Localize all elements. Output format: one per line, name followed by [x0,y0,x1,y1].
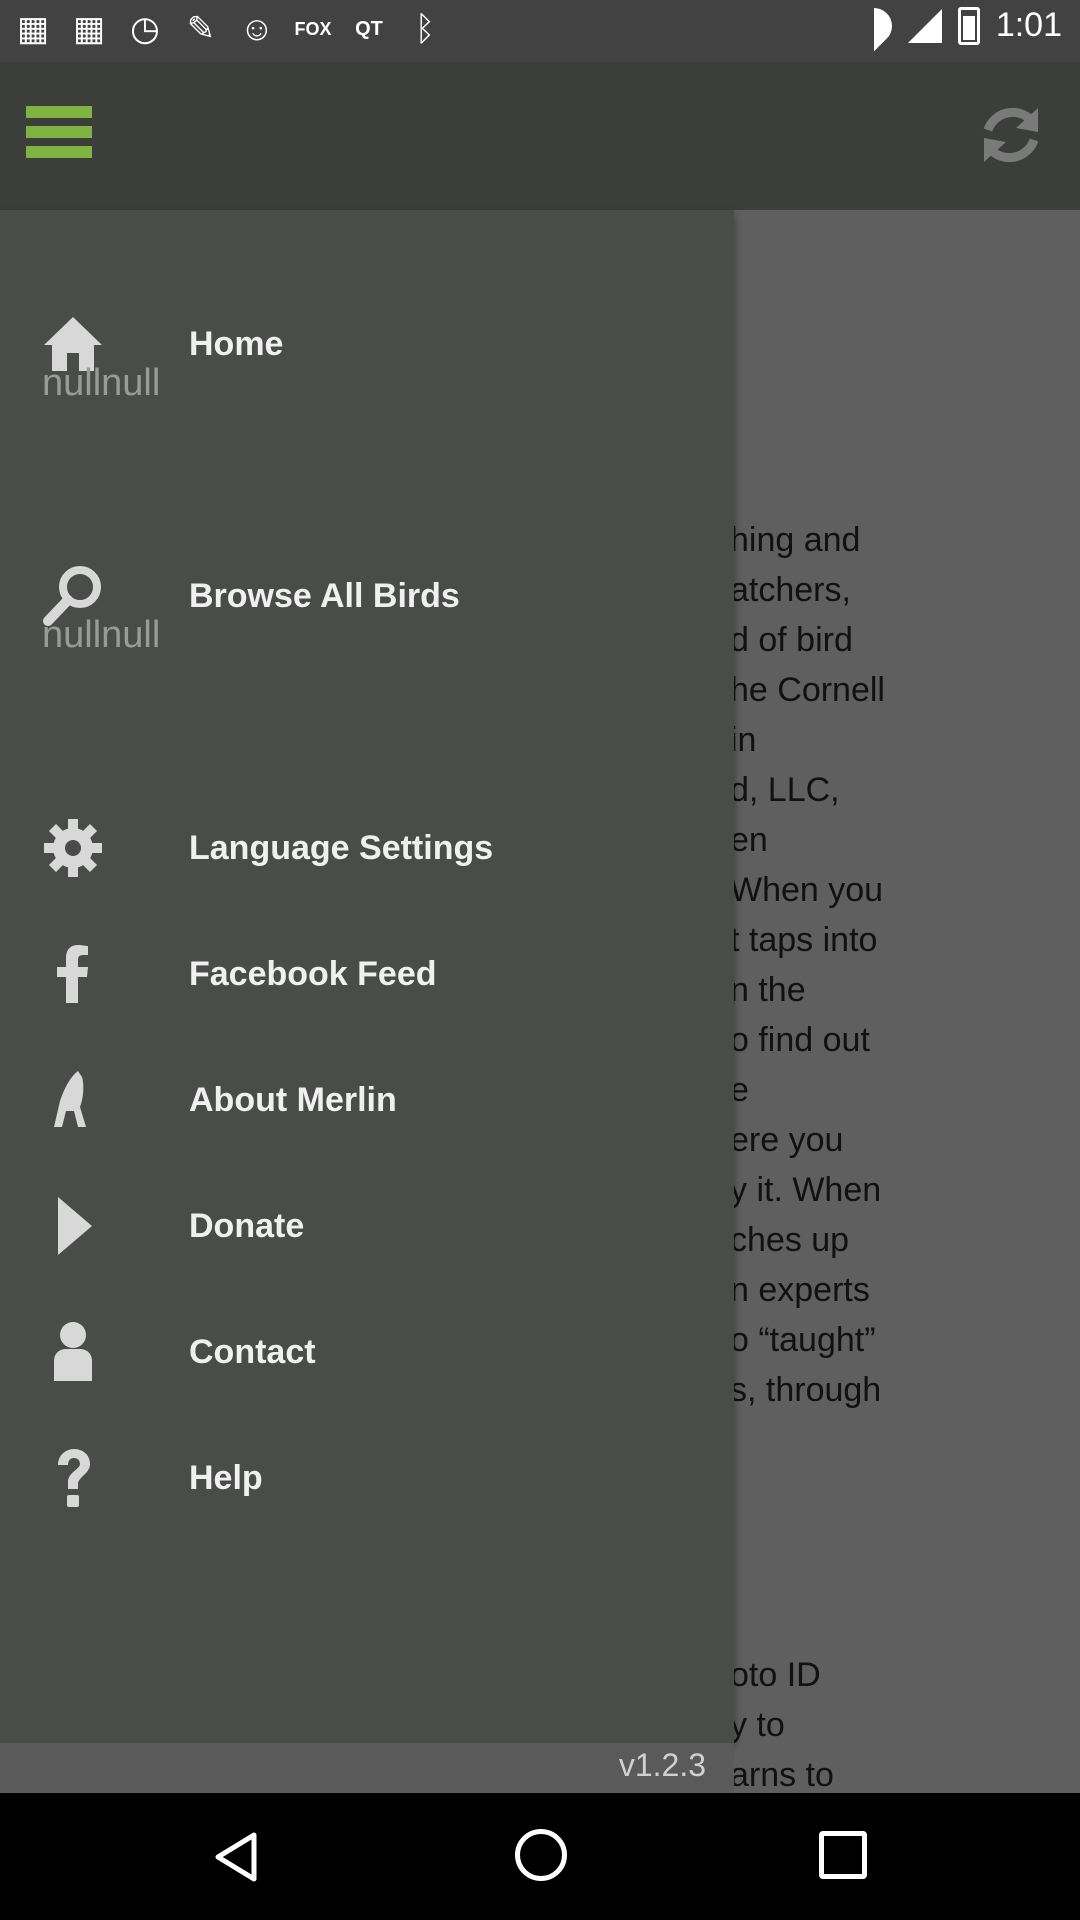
drawer-item-about-merlin[interactable]: About Merlin [0,1050,734,1150]
hamburger-icon[interactable] [26,106,92,166]
app-bar [0,62,1080,210]
article-line: he Cornell [730,671,885,709]
article-line: hing and [730,521,861,559]
article-line: When you [730,871,884,909]
system-nav-bar [0,1793,1080,1920]
wifi-icon [848,0,899,51]
person-icon [54,1322,92,1381]
article-line: atchers, [730,571,851,609]
article-text-bottom: oto ID y to arns to [730,1650,834,1793]
article-line: en [730,821,768,859]
timer-icon: ◷ [130,10,160,48]
article-line: in [730,721,757,759]
grid-icon: ▦ [72,10,106,48]
article-line: n the [730,971,806,1009]
article-line: o “taught” [730,1321,876,1359]
article-line: oto ID [730,1656,821,1694]
drawer-item-label: About Merlin [189,1080,397,1119]
refresh-icon[interactable] [976,100,1046,170]
bird-icon [54,1071,86,1127]
battery-icon [957,6,980,45]
smiley-icon: ☺ [239,10,275,48]
drawer-item-contact[interactable]: Contact [0,1302,734,1402]
drawer-item-subtext: nullnull [42,614,161,656]
article-line: d of bird [730,621,853,659]
back-icon[interactable] [212,1831,260,1883]
article-line: s, through [730,1371,882,1409]
status-right: 1:01 [856,6,1062,45]
drawer-item-label: Home [189,324,284,363]
article-line: ere you [730,1121,844,1159]
article-line: d, LLC, [730,771,840,809]
drawer-item-label: Language Settings [189,828,494,867]
drawer-item-facebook-feed[interactable]: Facebook Feed [0,924,734,1024]
bluetooth-icon: ᛒ [414,10,436,48]
drawer-item-subtext: nullnull [42,362,161,404]
play-icon [58,1197,92,1255]
article-line: o find out [730,1021,870,1059]
recent-apps-icon[interactable] [819,1831,867,1879]
gear-icon [44,819,102,877]
drawer-item-label: Contact [189,1332,316,1371]
article-line: ches up [730,1221,850,1259]
wrench-icon: ✎ [186,10,216,48]
article-line: n experts [730,1271,870,1309]
facebook-icon [57,945,88,1003]
drawer-item-donate[interactable]: Donate [0,1176,734,1276]
article-line: arns to [730,1756,834,1793]
home-circle-icon[interactable] [515,1829,567,1881]
article-line: y it. When [730,1171,882,1209]
drawer-item-label: Donate [189,1206,305,1245]
article-line: y to [730,1706,785,1744]
question-icon [58,1449,90,1507]
signal-icon [907,8,942,43]
drawer-item-label: Help [189,1458,263,1497]
drawer-item-help[interactable]: Help [0,1428,734,1528]
article-text: hing and atchers, d of bird he Cornell in d, … [730,515,885,1415]
article-line: e [730,1071,749,1109]
qt-icon: QT [355,18,383,40]
version-label: v1.2.3 [618,1747,706,1783]
clock: 1:01 [995,6,1062,44]
navigation-drawer: Home nullnull Browse All Birds nullnull … [0,210,734,1743]
drawer-item-label: Facebook Feed [189,954,437,993]
drawer-item-label: Browse All Birds [189,576,460,615]
grid-icon: ▦ [16,10,50,48]
drawer-item-language-settings[interactable]: Language Settings [0,798,734,898]
notification-icons: ▦ ▦ ◷ ✎ ☺ FOX QT ᛒ [14,10,444,48]
article-line: t taps into [730,921,878,959]
fox-sports-icon: FOX [294,19,332,39]
version-footer: v1.2.3 [0,1743,734,1793]
status-bar: ▦ ▦ ◷ ✎ ☺ FOX QT ᛒ 1:01 [0,0,1080,62]
